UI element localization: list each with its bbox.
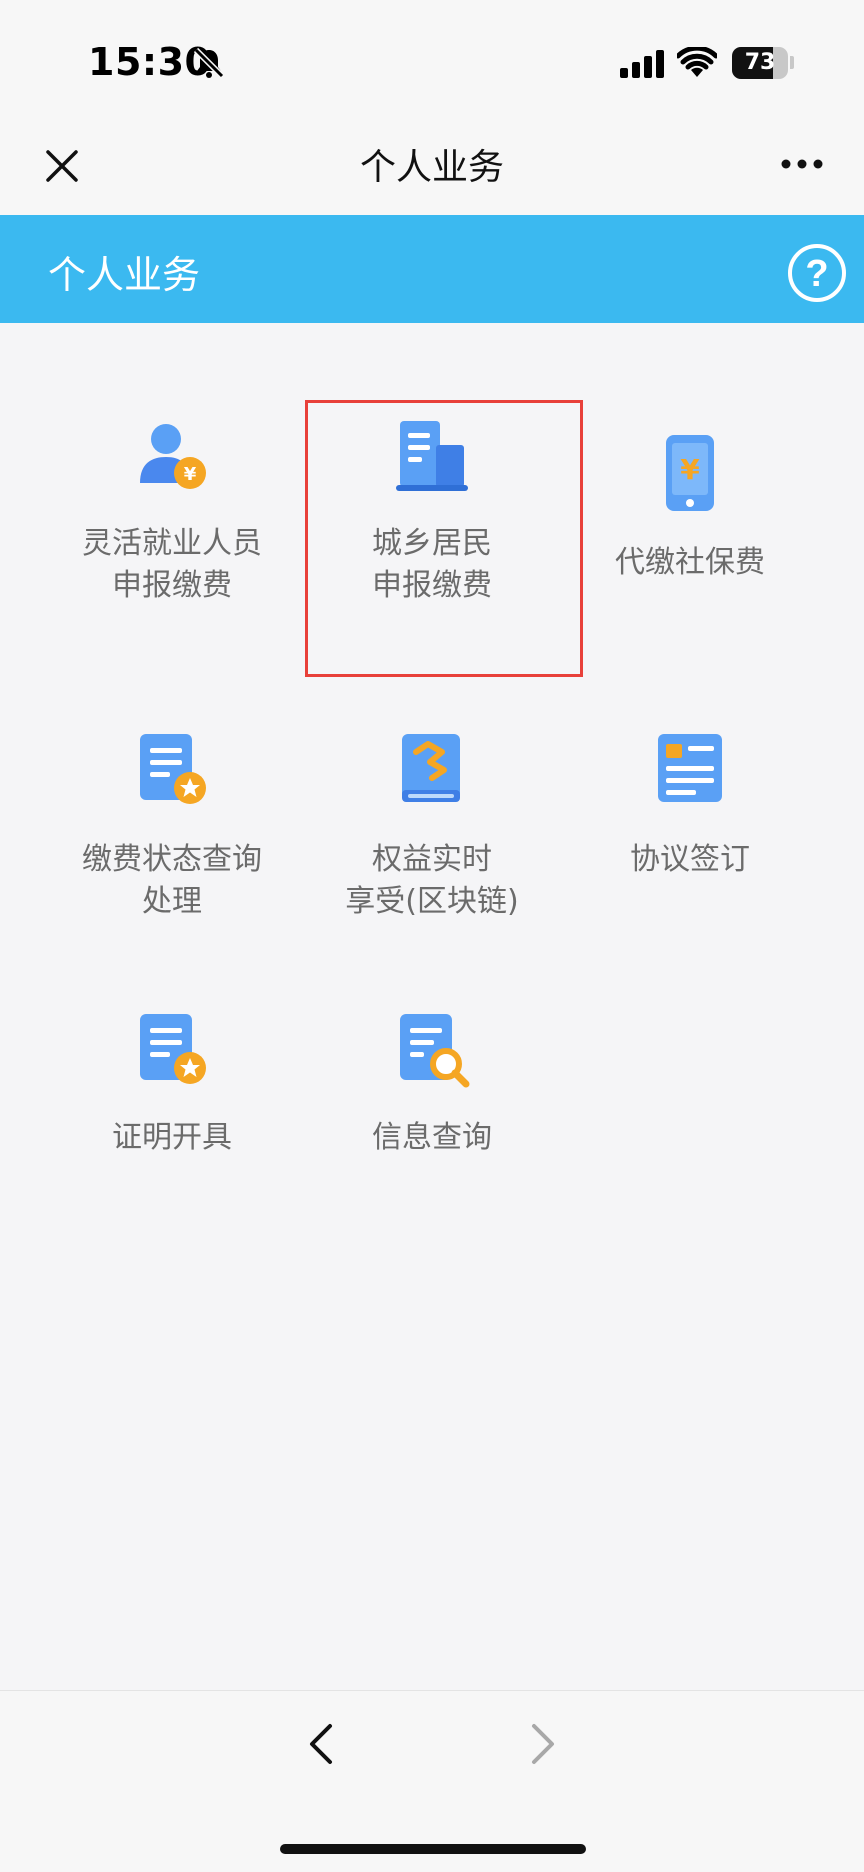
grid-label: 处理 (142, 884, 202, 919)
grid-item-payment-status-query[interactable]: 缴费状态查询 处理 (42, 725, 302, 945)
person-yuan-icon: ¥ (140, 424, 206, 489)
grid-label: 申报缴费 (372, 568, 492, 603)
battery-percent: 73 (744, 50, 776, 75)
contract-icon (658, 734, 722, 802)
building-icon (396, 421, 468, 491)
grid-item-rights-blockchain[interactable]: 权益实时 享受(区块链) (302, 725, 562, 945)
grid-item-urban-rural-residents[interactable]: 城乡居民 申报缴费 (302, 405, 562, 625)
grid-label: 代缴社保费 (615, 545, 765, 580)
book-icon (402, 734, 460, 802)
grid-item-proxy-social-security[interactable]: ¥ 代缴社保费 (560, 405, 820, 625)
nav-title: 个人业务 (359, 147, 504, 188)
certificate-star-icon (140, 1014, 206, 1084)
grid-label: 协议签订 (630, 842, 750, 877)
cellular-signal-icon (620, 50, 664, 78)
grid-label: 城乡居民 (372, 526, 492, 561)
grid-label: 缴费状态查询 (82, 842, 262, 877)
svg-text:¥: ¥ (680, 453, 700, 486)
forward-arrow-icon[interactable] (528, 1722, 558, 1766)
grid-label: 享受(区块链) (345, 884, 519, 919)
document-search-icon (400, 1014, 470, 1088)
grid-label: 申报缴费 (112, 568, 232, 603)
svg-text:?: ? (805, 253, 828, 295)
document-star-icon (140, 734, 206, 804)
grid-label: 灵活就业人员 (82, 526, 262, 561)
battery-cap (790, 56, 794, 69)
help-icon[interactable]: ? (786, 242, 848, 304)
phone-yuan-icon: ¥ (666, 435, 714, 511)
grid-label: 信息查询 (372, 1120, 492, 1155)
more-icon[interactable] (780, 156, 824, 172)
back-arrow-icon[interactable] (306, 1722, 336, 1766)
grid-item-agreement-signing[interactable]: 协议签订 (560, 725, 820, 945)
grid-item-info-query[interactable]: 信息查询 (302, 1005, 562, 1185)
section-title: 个人业务 (48, 253, 201, 297)
grid-item-certificate-issue[interactable]: 证明开具 (42, 1005, 302, 1185)
home-indicator[interactable] (280, 1844, 586, 1854)
battery-indicator: 73 (732, 47, 788, 79)
svg-text:¥: ¥ (184, 464, 197, 485)
grid-label: 权益实时 (372, 842, 492, 877)
bell-muted-icon (193, 47, 225, 79)
grid-label: 证明开具 (112, 1120, 232, 1155)
wifi-icon (677, 47, 717, 77)
grid-item-flexible-employment[interactable]: ¥ 灵活就业人员 申报缴费 (42, 405, 302, 625)
